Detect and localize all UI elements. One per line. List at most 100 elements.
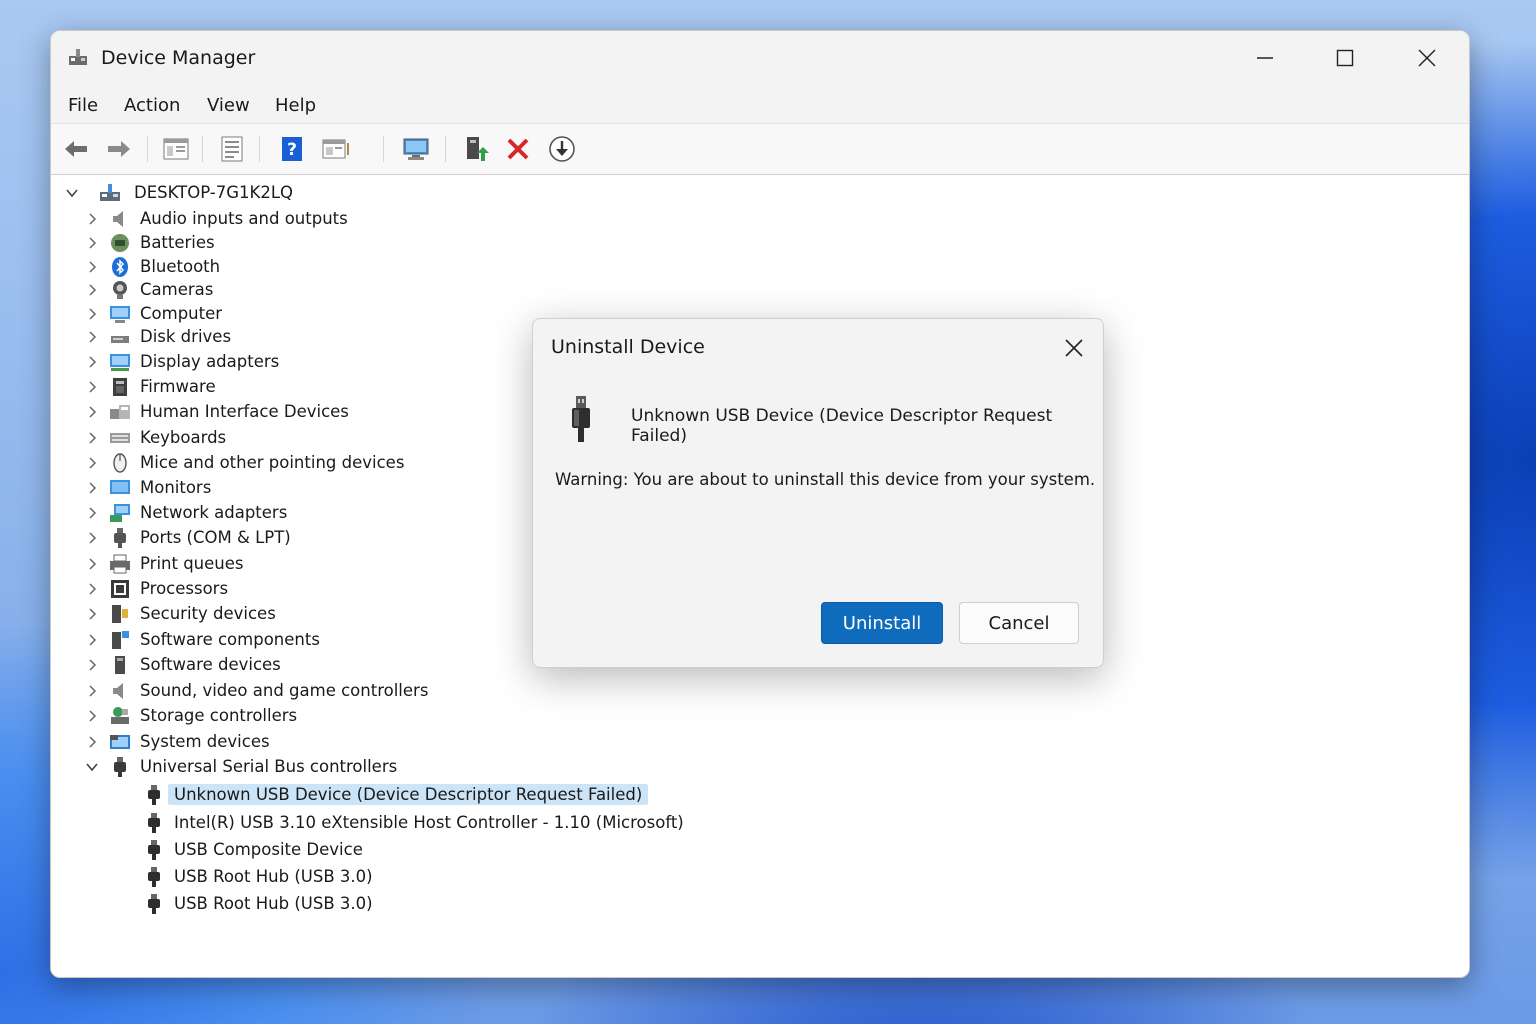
back-button[interactable] <box>61 134 91 164</box>
chevron-right-icon[interactable] <box>85 582 99 596</box>
help-button[interactable]: ? <box>277 134 307 164</box>
tree-category-item[interactable]: Batteries <box>85 231 505 255</box>
tree-category-item[interactable]: Firmware <box>85 375 505 399</box>
tree-category-item[interactable]: Keyboards <box>85 426 505 450</box>
tree-usb-device-item[interactable]: USB Root Hub (USB 3.0) <box>143 865 663 889</box>
chevron-right-icon[interactable] <box>85 307 99 321</box>
download-driver-button[interactable] <box>547 134 577 164</box>
chevron-right-icon[interactable] <box>85 557 99 571</box>
tree-category-item[interactable]: Print queues <box>85 552 505 576</box>
window-title: Device Manager <box>101 47 256 69</box>
keyboard-icon <box>110 433 130 443</box>
display-adapter-icon <box>110 354 130 371</box>
dialog-close-button[interactable] <box>1059 333 1089 363</box>
tree-usb-device-item[interactable]: USB Composite Device <box>143 838 663 862</box>
toolbar-separator <box>202 136 203 162</box>
tree-category-item[interactable]: Human Interface Devices <box>85 400 505 424</box>
chevron-right-icon[interactable] <box>85 283 99 297</box>
usb-plug-icon <box>572 396 590 442</box>
action-pane-button[interactable] <box>321 134 351 164</box>
minimize-button[interactable] <box>1243 41 1287 75</box>
tree-category-item[interactable]: Computer <box>85 302 505 326</box>
chevron-down-icon[interactable] <box>65 186 79 200</box>
chevron-right-icon[interactable] <box>85 481 99 495</box>
chevron-right-icon[interactable] <box>85 405 99 419</box>
chevron-right-icon[interactable] <box>85 380 99 394</box>
tree-category-label: Bluetooth <box>140 257 221 276</box>
sound-icon <box>113 683 123 699</box>
update-driver-button[interactable] <box>461 134 491 164</box>
action-pane-icon <box>322 139 349 159</box>
chevron-right-icon[interactable] <box>85 330 99 344</box>
chevron-down-icon[interactable] <box>85 760 99 774</box>
tree-category-item[interactable]: Monitors <box>85 476 505 500</box>
uninstall-button[interactable]: Uninstall <box>821 602 943 644</box>
tree-category-label: Disk drives <box>140 327 232 346</box>
svg-text:?: ? <box>287 140 297 160</box>
tree-category-label: Cameras <box>140 280 214 299</box>
usb-plug-icon <box>148 867 160 887</box>
close-button[interactable] <box>1405 41 1449 75</box>
tree-category-label: Mice and other pointing devices <box>140 453 405 472</box>
chevron-right-icon[interactable] <box>85 431 99 445</box>
chevron-right-icon[interactable] <box>85 236 99 250</box>
usb-plug-icon <box>148 894 160 914</box>
chevron-right-icon[interactable] <box>85 633 99 647</box>
tree-usb-device-item[interactable]: USB Root Hub (USB 3.0) <box>143 892 663 916</box>
tree-category-item[interactable]: Mice and other pointing devices <box>85 451 505 475</box>
tree-usb-device-item[interactable]: Intel(R) USB 3.10 eXtensible Host Contro… <box>143 811 684 835</box>
show-hide-console-tree-button[interactable] <box>161 134 191 164</box>
tree-category-item[interactable]: Software devices <box>85 653 505 677</box>
tree-category-item[interactable]: Bluetooth <box>85 255 505 279</box>
usb-plug-icon <box>148 785 160 805</box>
tree-category-item[interactable]: Cameras <box>85 278 505 302</box>
tree-category-item[interactable]: Processors <box>85 577 505 601</box>
tree-category-label: Network adapters <box>140 503 288 522</box>
cancel-button[interactable]: Cancel <box>959 602 1079 644</box>
tree-usb-device-item-selected[interactable]: Unknown USB Device (Device Descriptor Re… <box>143 783 663 807</box>
tree-category-item[interactable]: Security devices <box>85 602 505 626</box>
usb-plug-icon <box>148 840 160 860</box>
chevron-right-icon[interactable] <box>85 709 99 723</box>
tree-category-item[interactable]: Disk drives <box>85 325 505 349</box>
chevron-right-icon[interactable] <box>85 735 99 749</box>
tree-usb-device-label: USB Root Hub (USB 3.0) <box>174 867 373 886</box>
menu-view[interactable]: View <box>207 95 250 116</box>
tree-category-item[interactable]: Universal Serial Bus controllers <box>85 755 505 779</box>
forward-arrow-icon <box>108 141 130 157</box>
chevron-right-icon[interactable] <box>85 684 99 698</box>
update-driver-icon <box>467 137 489 161</box>
tree-category-label: Computer <box>140 304 223 323</box>
tree-category-item[interactable]: Storage controllers <box>85 704 505 728</box>
tree-category-item[interactable]: Display adapters <box>85 350 505 374</box>
properties-button[interactable] <box>217 134 247 164</box>
chevron-right-icon[interactable] <box>85 506 99 520</box>
scan-hardware-button[interactable] <box>401 134 431 164</box>
device-manager-icon <box>69 49 87 65</box>
chevron-right-icon[interactable] <box>85 531 99 545</box>
chevron-right-icon[interactable] <box>85 260 99 274</box>
toolbar-separator <box>147 136 148 162</box>
chevron-right-icon[interactable] <box>85 212 99 226</box>
tree-category-item[interactable]: Software components <box>85 628 505 652</box>
maximize-button[interactable] <box>1323 41 1367 75</box>
uninstall-device-dialog: Uninstall Device Unknown USB Device (Dev… <box>532 318 1104 668</box>
chevron-right-icon[interactable] <box>85 456 99 470</box>
tree-category-item[interactable]: Sound, video and game controllers <box>85 679 505 703</box>
chevron-right-icon[interactable] <box>85 355 99 369</box>
menu-help[interactable]: Help <box>275 95 316 116</box>
tree-category-item[interactable]: Audio inputs and outputs <box>85 207 505 231</box>
forward-button[interactable] <box>104 134 134 164</box>
tree-category-item[interactable]: System devices <box>85 730 505 754</box>
monitor-icon <box>110 480 130 494</box>
tree-usb-device-label: USB Root Hub (USB 3.0) <box>174 894 373 913</box>
uninstall-device-button[interactable] <box>503 134 533 164</box>
tree-root[interactable]: DESKTOP-7G1K2LQ <box>65 181 365 205</box>
menu-file[interactable]: File <box>68 95 98 116</box>
tree-category-item[interactable]: Ports (COM & LPT) <box>85 526 505 550</box>
menu-action[interactable]: Action <box>124 95 180 116</box>
chevron-right-icon[interactable] <box>85 607 99 621</box>
tree-category-item[interactable]: Network adapters <box>85 501 505 525</box>
chevron-right-icon[interactable] <box>85 658 99 672</box>
network-adapter-icon <box>110 504 130 522</box>
